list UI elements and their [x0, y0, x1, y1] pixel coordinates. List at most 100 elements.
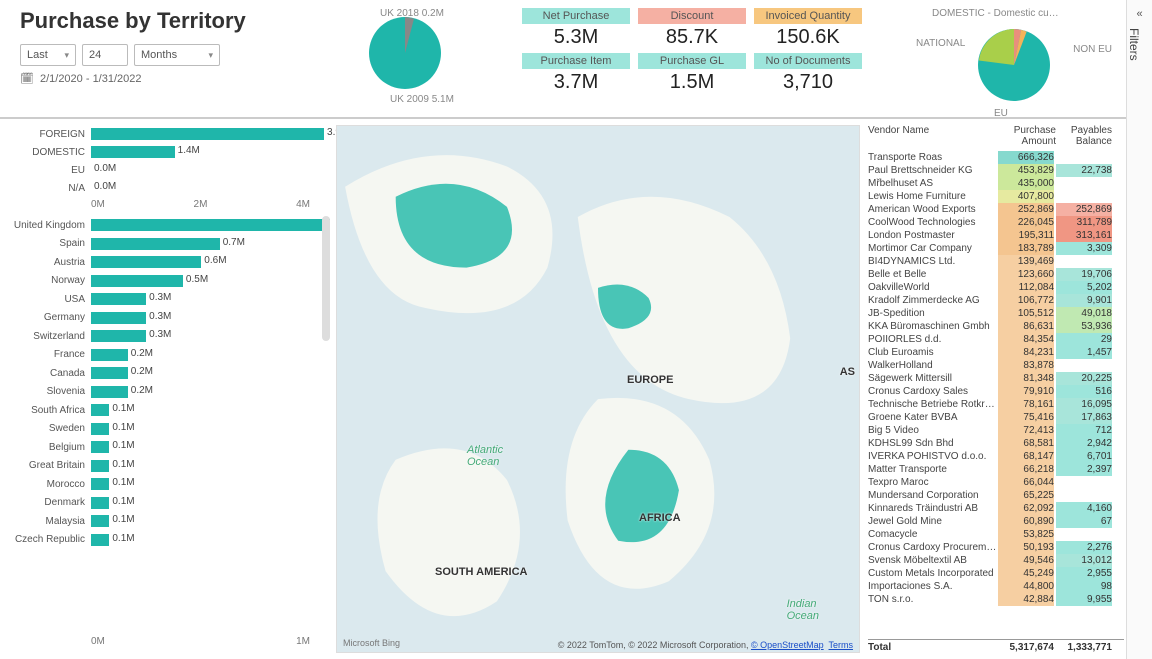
table-row[interactable]: TON s.r.o. 42,884 9,955 [868, 593, 1124, 606]
table-row[interactable]: Kinnareds Träindustri AB 62,092 4,160 [868, 502, 1124, 515]
col-vendor[interactable]: Vendor Name [868, 125, 998, 147]
col-purchase-amount[interactable]: Purchase Amount [998, 125, 1056, 147]
kpi-card[interactable]: Invoiced Quantity150.6K [754, 8, 862, 49]
cell-payables: 16,095 [1056, 398, 1114, 411]
bar-category: Austria [6, 257, 91, 268]
cell-payables: 17,863 [1056, 411, 1114, 424]
group-bar-chart[interactable]: FOREIGN 3.9M DOMESTIC 1.4M EU 0.0M N/A 0… [6, 125, 330, 197]
table-row[interactable]: Groene Kater BVBA 75,416 17,863 [868, 411, 1124, 424]
table-row[interactable]: American Wood Exports 252,869 252,869 [868, 203, 1124, 216]
table-row[interactable]: Mundersand Corporation 65,225 [868, 489, 1124, 502]
table-row[interactable]: Svensk Möbeltextil AB 49,546 13,012 [868, 554, 1124, 567]
table-row[interactable]: Texpro Maroc 66,044 [868, 476, 1124, 489]
kpi-card[interactable]: No of Documents3,710 [754, 53, 862, 94]
bar-row[interactable]: Sweden 0.1M [6, 420, 330, 439]
bar-row[interactable]: Slovenia 0.2M [6, 383, 330, 402]
table-row[interactable]: KKA Büromaschinen Gmbh 86,631 53,936 [868, 320, 1124, 333]
bar-row[interactable]: Switzerland 0.3M [6, 327, 330, 346]
cell-vendor: Importaciones S.A. [868, 580, 998, 593]
map-label-asia: AS [840, 366, 855, 378]
cell-payables: 252,869 [1056, 203, 1114, 216]
table-row[interactable]: CoolWood Technologies 226,045 311,789 [868, 216, 1124, 229]
table-row[interactable]: Cronus Cardoxy Sales 79,910 516 [868, 385, 1124, 398]
bar-row[interactable]: Denmark 0.1M [6, 494, 330, 513]
kpi-card[interactable]: Discount85.7K [638, 8, 746, 49]
cell-amount: 86,631 [998, 320, 1056, 333]
bar-row[interactable]: EU 0.0M [6, 161, 330, 179]
table-row[interactable]: BI4DYNAMICS Ltd. 139,469 [868, 255, 1124, 268]
cell-vendor: American Wood Exports [868, 203, 998, 216]
kpi-card[interactable]: Net Purchase5.3M [522, 8, 630, 49]
bar-row[interactable]: Spain 0.7M [6, 235, 330, 254]
col-payables[interactable]: Payables Balance [1056, 125, 1114, 147]
bar-row[interactable]: United Kingdom 1.3M [6, 216, 330, 235]
table-row[interactable]: Transporte Roas 666,326 [868, 151, 1124, 164]
axis-tick: 0M [91, 199, 105, 210]
table-row[interactable]: Paul Brettschneider KG 453,829 22,738 [868, 164, 1124, 177]
table-row[interactable]: Jewel Gold Mine 60,890 67 [868, 515, 1124, 528]
bar-row[interactable]: Belgium 0.1M [6, 438, 330, 457]
bar-row[interactable]: FOREIGN 3.9M [6, 125, 330, 143]
pie-chart-icon [360, 8, 450, 98]
table-row[interactable]: IVERKA POHISTVO d.o.o. 68,147 6,701 [868, 450, 1124, 463]
table-row[interactable]: POIIORLES d.d. 84,354 29 [868, 333, 1124, 346]
map-osm-link[interactable]: © OpenStreetMap [751, 640, 824, 650]
cell-payables [1056, 151, 1114, 164]
bar-row[interactable]: Norway 0.5M [6, 272, 330, 291]
territory-pie[interactable]: DOMESTIC - Domestic cu… NATIONAL NON EU … [914, 8, 1114, 113]
table-row[interactable]: Belle et Belle 123,660 19,706 [868, 268, 1124, 281]
scrollbar[interactable] [322, 216, 330, 634]
cell-payables: 22,738 [1056, 164, 1114, 177]
uk-year-pie[interactable]: UK 2018 0.2M UK 2009 5.1M [310, 8, 500, 101]
cell-vendor: Custom Metals Incorporated [868, 567, 998, 580]
table-row[interactable]: Cronus Cardoxy Procurement 50,193 2,276 [868, 541, 1124, 554]
table-row[interactable]: Matter Transporte 66,218 2,397 [868, 463, 1124, 476]
table-row[interactable]: KDHSL99 Sdn Bhd 68,581 2,942 [868, 437, 1124, 450]
bar-row[interactable]: USA 0.3M [6, 290, 330, 309]
bar-row[interactable]: Czech Republic 0.1M [6, 531, 330, 550]
footer-label: Total [868, 642, 998, 653]
table-row[interactable]: Lewis Home Furniture 407,800 [868, 190, 1124, 203]
cell-vendor: TON s.r.o. [868, 593, 998, 606]
table-header: Vendor Name Purchase Amount Payables Bal… [868, 125, 1124, 151]
slicer-mode[interactable]: Last▾ [20, 44, 76, 66]
table-row[interactable]: Comacycle 53,825 [868, 528, 1124, 541]
kpi-card[interactable]: Purchase Item3.7M [522, 53, 630, 94]
kpi-card[interactable]: Purchase GL1.5M [638, 53, 746, 94]
cell-vendor: WalkerHolland [868, 359, 998, 372]
bar-row[interactable]: France 0.2M [6, 346, 330, 365]
slicer-unit[interactable]: Months▾ [134, 44, 220, 66]
table-row[interactable]: OakvilleWorld 112,084 5,202 [868, 281, 1124, 294]
country-bar-chart[interactable]: United Kingdom 1.3M Spain 0.7M Austria 0… [6, 216, 330, 634]
table-row[interactable]: London Postmaster 195,311 313,161 [868, 229, 1124, 242]
table-row[interactable]: Mortimor Car Company 183,789 3,309 [868, 242, 1124, 255]
bar-row[interactable]: Malaysia 0.1M [6, 512, 330, 531]
map-terms-link[interactable]: Terms [829, 640, 854, 650]
table-row[interactable]: Custom Metals Incorporated 45,249 2,955 [868, 567, 1124, 580]
bar-row[interactable]: DOMESTIC 1.4M [6, 143, 330, 161]
bar-row[interactable]: South Africa 0.1M [6, 401, 330, 420]
bar-category: N/A [6, 183, 91, 194]
vendor-table[interactable]: Vendor Name Purchase Amount Payables Bal… [866, 119, 1126, 659]
bar-row[interactable]: Canada 0.2M [6, 364, 330, 383]
cell-amount: 66,218 [998, 463, 1056, 476]
table-row[interactable]: JB-Spedition 105,512 49,018 [868, 307, 1124, 320]
table-row[interactable]: WalkerHolland 83,878 [868, 359, 1124, 372]
table-row[interactable]: Club Euroamis 84,231 1,457 [868, 346, 1124, 359]
table-row[interactable]: Technische Betriebe Rotkreuz 78,161 16,0… [868, 398, 1124, 411]
cell-amount: 407,800 [998, 190, 1056, 203]
table-row[interactable]: Sägewerk Mittersill 81,348 20,225 [868, 372, 1124, 385]
table-row[interactable]: Kradolf Zimmerdecke AG 106,772 9,901 [868, 294, 1124, 307]
table-row[interactable]: Mřbelhuset AS 435,000 [868, 177, 1124, 190]
table-row[interactable]: Importaciones S.A. 44,800 98 [868, 580, 1124, 593]
kpi-value: 3,710 [754, 69, 862, 94]
map-visual[interactable]: EUROPE AFRICA AS SOUTH AMERICA Atlantic … [336, 125, 860, 653]
bar-row[interactable]: N/A 0.0M [6, 179, 330, 197]
bar-row[interactable]: Great Britain 0.1M [6, 457, 330, 476]
bar-row[interactable]: Morocco 0.1M [6, 475, 330, 494]
bar-row[interactable]: Austria 0.6M [6, 253, 330, 272]
filters-pane-collapsed[interactable]: « Filters [1126, 0, 1152, 659]
slicer-value[interactable]: 24 [82, 44, 128, 66]
table-row[interactable]: Big 5 Video 72,413 712 [868, 424, 1124, 437]
bar-row[interactable]: Germany 0.3M [6, 309, 330, 328]
